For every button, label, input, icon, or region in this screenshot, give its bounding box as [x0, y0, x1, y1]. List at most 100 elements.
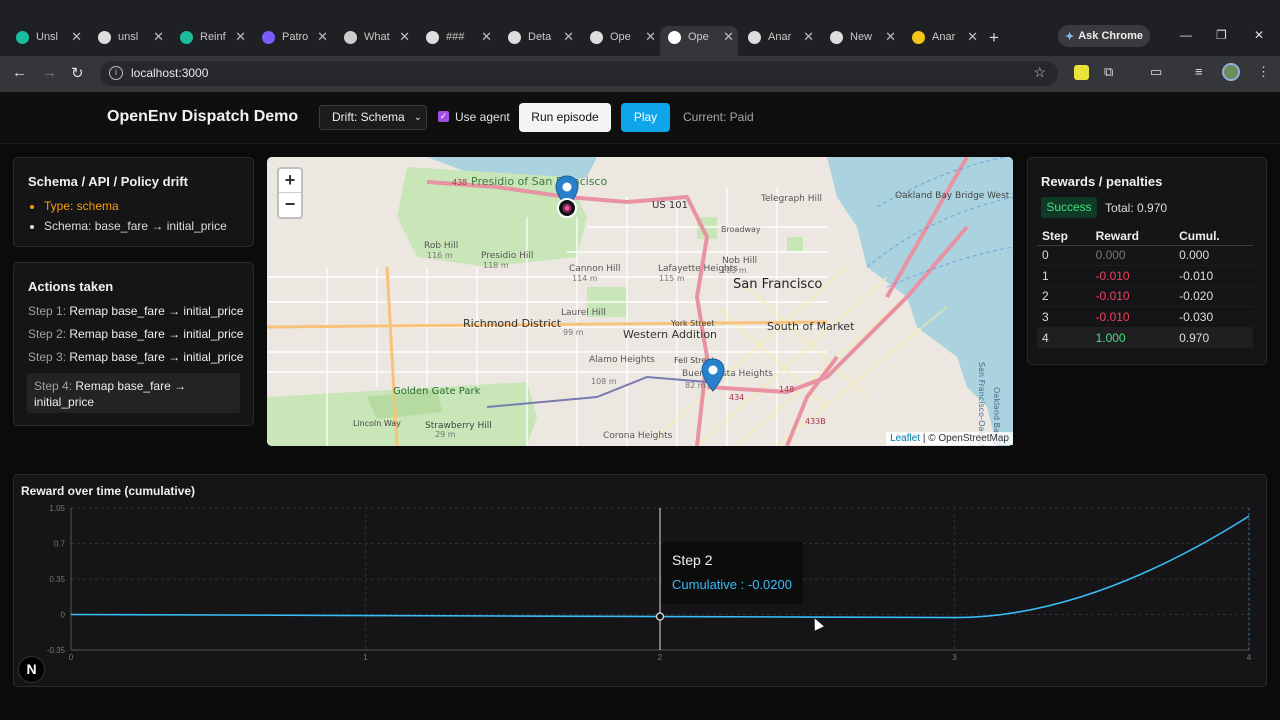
close-window-icon[interactable]: ✕: [1254, 28, 1264, 42]
browser-tab[interactable]: Reinf ✕: [180, 26, 246, 48]
ask-chrome-button[interactable]: ✦ Ask Chrome: [1058, 25, 1150, 47]
tab-close-icon[interactable]: ✕: [967, 29, 978, 45]
tab-favicon-icon: [180, 30, 193, 44]
map-label: York Street: [671, 319, 715, 328]
browser-tab[interactable]: unsl ✕: [98, 26, 164, 48]
total-reward: Total: 0.970: [1105, 201, 1168, 215]
map-view[interactable]: Presidio of San Francisco US 101 Rob Hill 1…: [267, 157, 1013, 446]
drift-card: Schema / API / Policy drift Type: schema…: [13, 157, 254, 247]
extension-yellow-icon[interactable]: [1074, 65, 1089, 80]
y-tick-label: 0.7: [54, 540, 66, 549]
tab-favicon-icon: [262, 30, 275, 44]
table-row: 0 0.000 0.000: [1037, 245, 1253, 267]
browser-tab[interactable]: Deta ✕: [508, 26, 574, 48]
nextjs-devtools-button[interactable]: N: [18, 656, 45, 683]
site-info-icon[interactable]: i: [109, 66, 123, 80]
tab-close-icon[interactable]: ✕: [235, 29, 246, 45]
browser-tab[interactable]: Ope ✕: [590, 26, 656, 48]
browser-tab[interactable]: ### ✕: [426, 26, 492, 48]
map-label: 116 m: [427, 251, 453, 260]
tab-label: Unsl: [36, 31, 59, 43]
tab-close-icon[interactable]: ✕: [399, 29, 410, 45]
browser-tab[interactable]: Ope ✕: [668, 26, 734, 48]
map-marker-icon[interactable]: [701, 358, 725, 392]
browser-tab[interactable]: Anar ✕: [912, 26, 978, 48]
map-label: South of Market: [767, 320, 855, 333]
browser-tab[interactable]: New ✕: [830, 26, 896, 48]
tab-close-icon[interactable]: ✕: [723, 29, 734, 45]
tab-label: New: [850, 31, 873, 43]
map-label: Rob Hill: [424, 241, 459, 251]
cell-cumul: -0.020: [1174, 286, 1253, 308]
tab-close-icon[interactable]: ✕: [153, 29, 164, 45]
y-tick-label: 0.35: [49, 575, 65, 584]
status-badge: Success: [1041, 197, 1097, 218]
bookmark-star-icon[interactable]: ☆: [1033, 64, 1046, 81]
reward-line-chart[interactable]: 1.050.70.350-0.350 1 2 3 4: [13, 474, 1267, 687]
tab-close-icon[interactable]: ✕: [645, 29, 656, 45]
profile-avatar[interactable]: [1222, 63, 1240, 81]
cell-reward: -0.010: [1090, 306, 1175, 328]
tab-close-icon[interactable]: ✕: [803, 29, 814, 45]
map-label: Buena Vista Heights: [682, 369, 773, 379]
zoom-in-icon[interactable]: +: [279, 169, 301, 193]
tab-close-icon[interactable]: ✕: [71, 29, 82, 45]
tab-favicon-icon: [668, 30, 681, 44]
tab-search-icon[interactable]: ▭: [1150, 64, 1162, 80]
tab-label: Ope: [610, 31, 631, 43]
map-label: Western Addition: [623, 328, 718, 341]
menu-kebab-icon[interactable]: ⋮: [1257, 64, 1270, 80]
drift-type: Type: schema: [30, 199, 119, 213]
minimize-icon[interactable]: —: [1180, 28, 1192, 42]
play-button[interactable]: Play: [621, 103, 670, 132]
run-episode-button[interactable]: Run episode: [519, 103, 611, 132]
url-text[interactable]: localhost:3000: [131, 66, 208, 80]
use-agent-checkbox[interactable]: ✓: [438, 111, 449, 122]
zoom-out-icon[interactable]: −: [279, 193, 301, 217]
tab-close-icon[interactable]: ✕: [317, 29, 328, 45]
cell-reward: -0.010: [1090, 265, 1175, 287]
media-control-icon[interactable]: ≡: [1195, 64, 1203, 79]
omnibox[interactable]: i localhost:3000 ☆: [100, 61, 1058, 86]
tab-favicon-icon: [830, 30, 843, 44]
tooltip-value: Cumulative : -0.0200: [672, 577, 792, 592]
reload-icon[interactable]: ↻: [71, 64, 84, 82]
browser-tab[interactable]: What ✕: [344, 26, 410, 48]
map-label: Telegraph Hill: [761, 194, 823, 204]
map-label: 114 m: [572, 274, 598, 283]
map-label: Presidio Hill: [481, 251, 534, 261]
car-marker-icon[interactable]: ◉: [557, 198, 577, 218]
drift-schema: Schema: base_fare → initial_price: [30, 219, 227, 233]
browser-tab[interactable]: Unsl ✕: [16, 26, 82, 48]
browser-tab[interactable]: Anar ✕: [748, 26, 814, 48]
map-label: Golden Gate Park: [393, 386, 481, 397]
tab-favicon-icon: [426, 30, 439, 44]
map-label: 434: [729, 393, 745, 402]
restore-icon[interactable]: ❐: [1216, 28, 1227, 42]
tab-close-icon[interactable]: ✕: [481, 29, 492, 45]
table-row: 4 1.000 0.970: [1037, 327, 1253, 349]
browser-tab[interactable]: Patro ✕: [262, 26, 328, 48]
cell-step: 0: [1037, 245, 1091, 267]
cell-step: 3: [1037, 306, 1091, 328]
forward-icon[interactable]: →: [42, 64, 57, 81]
tab-label: Ope: [688, 31, 709, 43]
back-icon[interactable]: ←: [12, 64, 27, 81]
tab-label: Deta: [528, 31, 552, 43]
tab-label: Anar: [768, 31, 792, 43]
map-label: 115 m: [659, 274, 685, 283]
tab-close-icon[interactable]: ✕: [563, 29, 574, 45]
new-tab-button[interactable]: +: [989, 28, 999, 48]
app-title: OpenEnv Dispatch Demo: [107, 108, 299, 125]
drift-select[interactable]: Drift: Schema ⌄: [319, 105, 427, 130]
tab-label: Anar: [932, 31, 956, 43]
leaflet-link[interactable]: Leaflet: [890, 433, 920, 444]
map-zoom-control: + −: [277, 167, 303, 219]
actions-card: Actions taken Step 1: Remap base_fare → …: [13, 262, 254, 426]
tab-favicon-icon: [590, 30, 603, 44]
tab-close-icon[interactable]: ✕: [885, 29, 896, 45]
extensions-puzzle-icon[interactable]: ⧉: [1104, 64, 1113, 80]
use-agent-label[interactable]: Use agent: [455, 110, 510, 124]
table-row: 3 -0.010 -0.030: [1037, 306, 1253, 328]
map-label: Broadway: [721, 225, 761, 234]
